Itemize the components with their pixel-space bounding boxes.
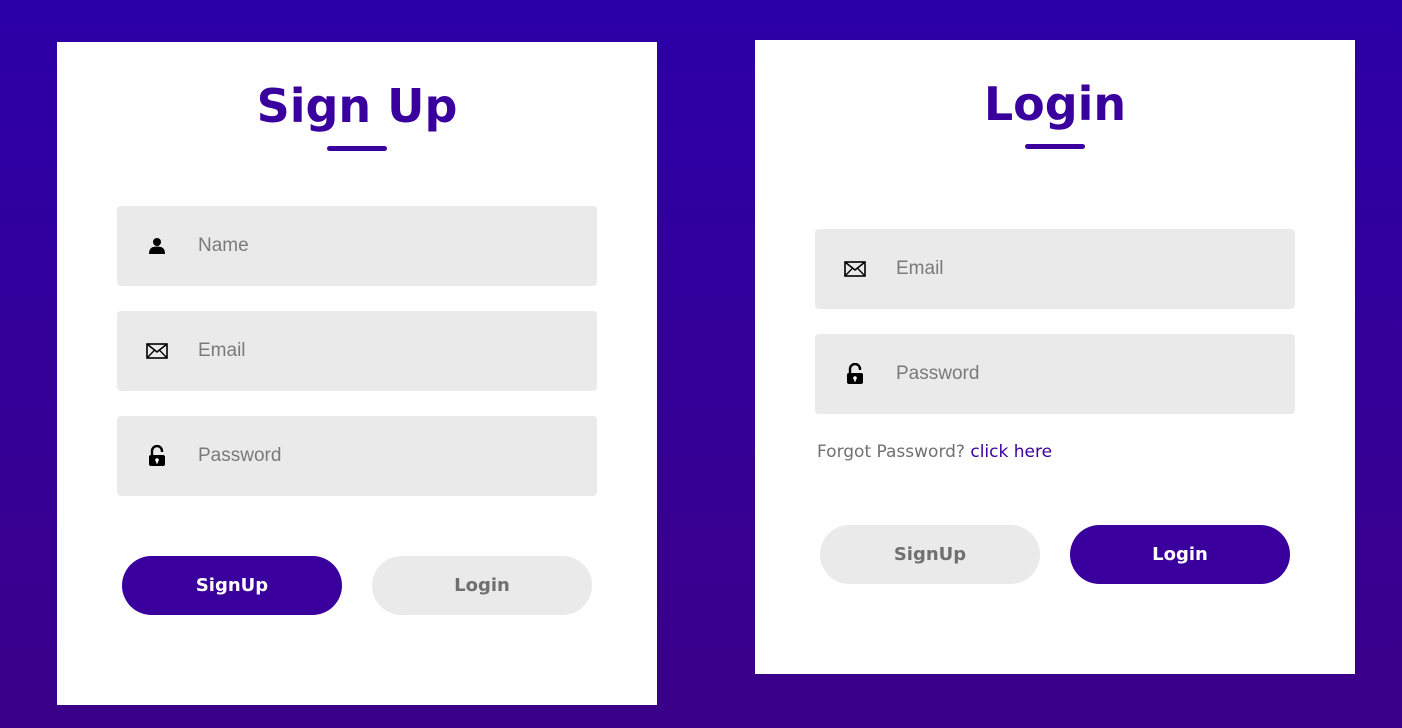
signup-email-input[interactable] xyxy=(198,331,578,371)
forgot-password-link[interactable]: click here xyxy=(970,442,1052,462)
login-title-underline xyxy=(1025,144,1085,149)
login-card: Login Forgot Password? click here SignUp… xyxy=(755,40,1355,674)
envelope-icon xyxy=(815,229,895,309)
name-input[interactable] xyxy=(198,226,578,266)
signup-password-input[interactable] xyxy=(198,436,578,476)
forgot-password-text: Forgot Password? xyxy=(817,442,965,462)
user-icon xyxy=(117,206,197,286)
envelope-icon xyxy=(117,311,197,391)
signup-card: Sign Up Name Email SignUp Login xyxy=(57,42,657,705)
login-email-field[interactable] xyxy=(815,229,1295,309)
login-password-input[interactable] xyxy=(896,354,1276,394)
signup-button[interactable]: SignUp xyxy=(122,556,342,615)
forgot-password: Forgot Password? click here xyxy=(817,442,1052,462)
login-email-input[interactable] xyxy=(896,249,1276,289)
name-field[interactable] xyxy=(117,206,597,286)
lock-icon xyxy=(117,416,197,496)
lock-icon xyxy=(815,334,895,414)
login-title: Login xyxy=(983,77,1127,131)
login-switch-button[interactable]: Login xyxy=(372,556,592,615)
login-password-field[interactable] xyxy=(815,334,1295,414)
signup-email-field[interactable] xyxy=(117,311,597,391)
signup-switch-button[interactable]: SignUp xyxy=(820,525,1040,584)
signup-title: Sign Up xyxy=(256,79,458,133)
login-button[interactable]: Login xyxy=(1070,525,1290,584)
signup-title-underline xyxy=(327,146,387,151)
signup-password-field[interactable] xyxy=(117,416,597,496)
